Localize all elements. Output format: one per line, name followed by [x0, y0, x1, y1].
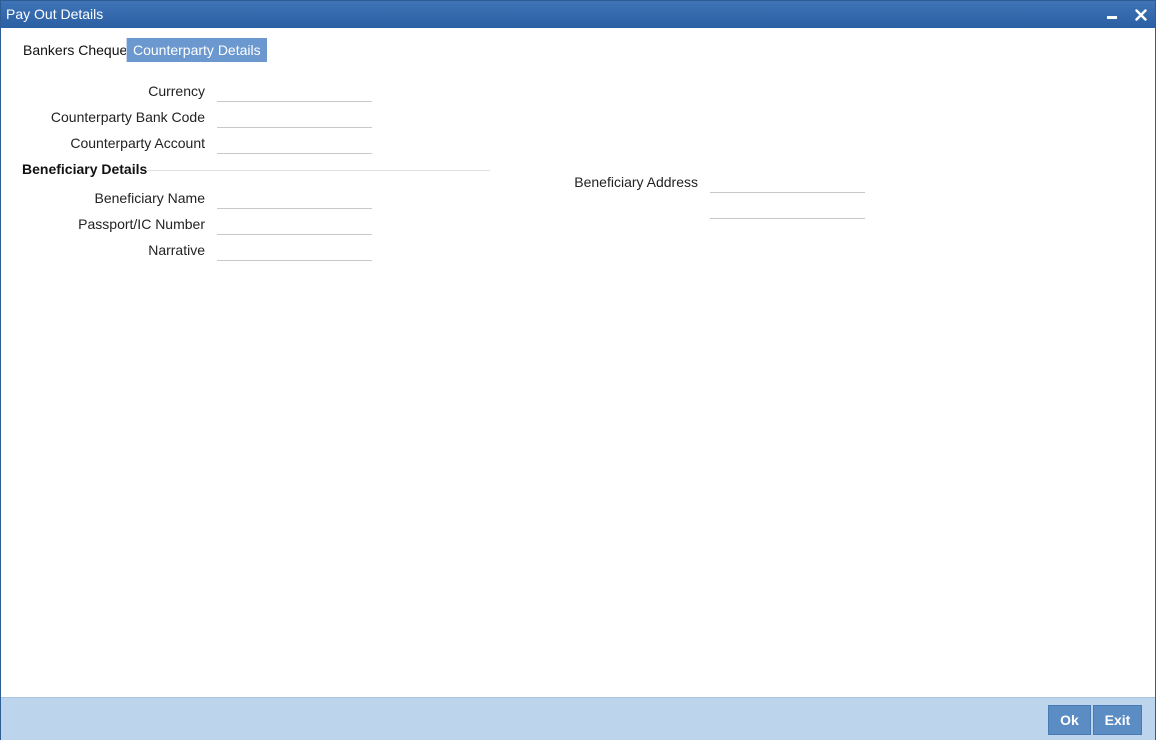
- counterparty-bank-code-row: Counterparty Bank Code: [21, 107, 205, 133]
- counterparty-account-row: Counterparty Account: [21, 133, 205, 159]
- beneficiary-address-row: Beneficiary Address: [501, 172, 698, 198]
- window-title: Pay Out Details: [6, 6, 104, 22]
- tab-counterparty-details[interactable]: Counterparty Details: [126, 38, 267, 62]
- beneficiary-address-line1-field[interactable]: [710, 172, 865, 193]
- footer-bar: Ok Exit: [1, 697, 1155, 740]
- counterparty-account-field[interactable]: [217, 133, 372, 154]
- narrative-field[interactable]: [217, 240, 372, 261]
- exit-button[interactable]: Exit: [1093, 705, 1142, 735]
- narrative-row: Narrative: [21, 240, 205, 266]
- close-icon[interactable]: [1131, 5, 1151, 25]
- tab-bankers-cheque[interactable]: Bankers Cheque: [17, 38, 133, 62]
- minimize-icon[interactable]: [1102, 5, 1122, 25]
- beneficiary-name-label: Beneficiary Name: [94, 190, 206, 206]
- beneficiary-address-line2-field[interactable]: [710, 198, 865, 219]
- beneficiary-name-row: Beneficiary Name: [21, 188, 206, 214]
- currency-field[interactable]: [217, 81, 372, 102]
- currency-label: Currency: [148, 83, 205, 99]
- beneficiary-name-field[interactable]: [217, 188, 372, 209]
- counterparty-account-label: Counterparty Account: [70, 135, 205, 151]
- narrative-label: Narrative: [148, 242, 205, 258]
- passport-ic-number-label: Passport/IC Number: [78, 216, 205, 232]
- counterparty-bank-code-field[interactable]: [217, 107, 372, 128]
- beneficiary-details-heading: Beneficiary Details: [22, 161, 148, 177]
- passport-ic-number-row: Passport/IC Number: [21, 214, 205, 240]
- currency-row: Currency: [21, 81, 205, 107]
- beneficiary-address-label: Beneficiary Address: [574, 174, 698, 190]
- title-bar: Pay Out Details: [1, 1, 1155, 28]
- ok-button[interactable]: Ok: [1048, 705, 1091, 735]
- counterparty-bank-code-label: Counterparty Bank Code: [50, 109, 205, 125]
- passport-ic-number-field[interactable]: [217, 214, 372, 235]
- pay-out-details-window: Pay Out Details Bankers Cheque Counterpa…: [0, 0, 1156, 740]
- section-divider: [146, 170, 490, 171]
